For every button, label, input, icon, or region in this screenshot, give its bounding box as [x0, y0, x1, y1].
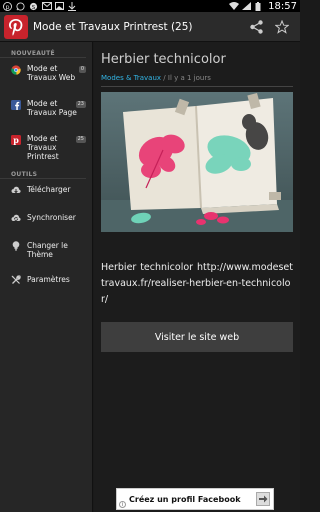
sync-icon — [11, 213, 21, 223]
unread-count-badge: 23 — [75, 101, 86, 108]
page-title: Mode et Travaux Printrest (25) — [33, 20, 193, 33]
arrow-right-icon — [256, 492, 270, 506]
whatsapp-icon — [16, 2, 25, 11]
battery-icon — [255, 2, 264, 11]
article-body: Herbier technicolor http://www.modesettr… — [101, 262, 293, 305]
system-icons: 18:57 — [229, 1, 297, 12]
svg-text:S: S — [32, 5, 36, 11]
article-title: Herbier technicolor — [101, 52, 226, 67]
sidebar-item-page[interactable]: Mode et Travaux Page 23 — [0, 93, 92, 128]
app-logo-icon[interactable] — [4, 14, 28, 39]
unread-count-badge: 0 — [78, 66, 86, 73]
article-view: Herbier technicolor Modes & Travaux / Il… — [94, 42, 300, 512]
action-bar: Mode et Travaux Printrest (25) — [0, 12, 300, 42]
download-icon — [68, 2, 77, 11]
category-link[interactable]: Modes & Travaux — [101, 74, 161, 82]
article-date: Il y a 1 jours — [167, 74, 211, 82]
mail-icon — [42, 2, 52, 10]
sidebar-item-sync[interactable]: Synchroniser — [0, 207, 92, 235]
settings-icon — [11, 275, 21, 285]
section-header-new: NOUVEAUTÉ — [0, 42, 86, 58]
divider — [101, 86, 293, 87]
ad-banner[interactable]: i Créez un profil Facebook — [116, 488, 274, 510]
sidebar-item-download[interactable]: Télécharger — [0, 179, 92, 207]
sidebar-item-settings[interactable]: Paramètres — [0, 269, 92, 297]
ad-label: Créez un profil Facebook — [129, 494, 241, 504]
ad-info-icon[interactable]: i — [119, 501, 126, 508]
pinterest-notification-icon: p — [3, 2, 12, 11]
unread-count-badge: 25 — [75, 136, 86, 143]
sidebar-item-label: Paramètres — [27, 275, 70, 284]
meta-separator: / — [161, 74, 168, 82]
sidebar-item-label: Changer le Thème — [27, 241, 68, 259]
sidebar-item-label: Télécharger — [27, 185, 71, 194]
sidebar-item-printrest[interactable]: p Mode et Travaux Printrest 25 — [0, 128, 92, 163]
navigation-drawer: NOUVEAUTÉ Mode et Travaux Web 0 Mode et … — [0, 42, 93, 512]
sidebar-item-web[interactable]: Mode et Travaux Web 0 — [0, 58, 92, 93]
sidebar-item-label: Mode et Travaux Printrest — [27, 134, 59, 161]
svg-text:p: p — [13, 135, 19, 145]
article-meta: Modes & Travaux / Il y a 1 jours — [101, 74, 211, 82]
article-image[interactable] — [101, 92, 293, 232]
notification-icons: p S — [3, 2, 77, 11]
star-icon[interactable] — [274, 19, 290, 35]
image-icon — [55, 2, 64, 10]
clock: 18:57 — [268, 0, 297, 12]
chrome-icon — [11, 65, 21, 75]
wifi-icon — [229, 2, 240, 10]
signal-icon — [242, 2, 252, 10]
share-icon[interactable] — [248, 19, 264, 35]
bulb-icon — [11, 241, 21, 251]
sidebar-item-label: Mode et Travaux Web — [27, 64, 76, 82]
facebook-icon — [11, 100, 21, 110]
svg-text:p: p — [6, 4, 10, 11]
status-bar: p S 18:57 — [0, 0, 300, 12]
section-header-tools: OUTILS — [0, 163, 86, 179]
sidebar-item-label: Synchroniser — [27, 213, 76, 222]
sidebar-item-theme[interactable]: Changer le Thème — [0, 235, 92, 269]
download-icon — [11, 185, 21, 195]
sidebar-item-label: Mode et Travaux Page — [27, 99, 77, 117]
skype-icon: S — [29, 2, 38, 11]
visit-website-button[interactable]: Visiter le site web — [101, 322, 293, 352]
pinterest-icon: p — [11, 135, 21, 145]
